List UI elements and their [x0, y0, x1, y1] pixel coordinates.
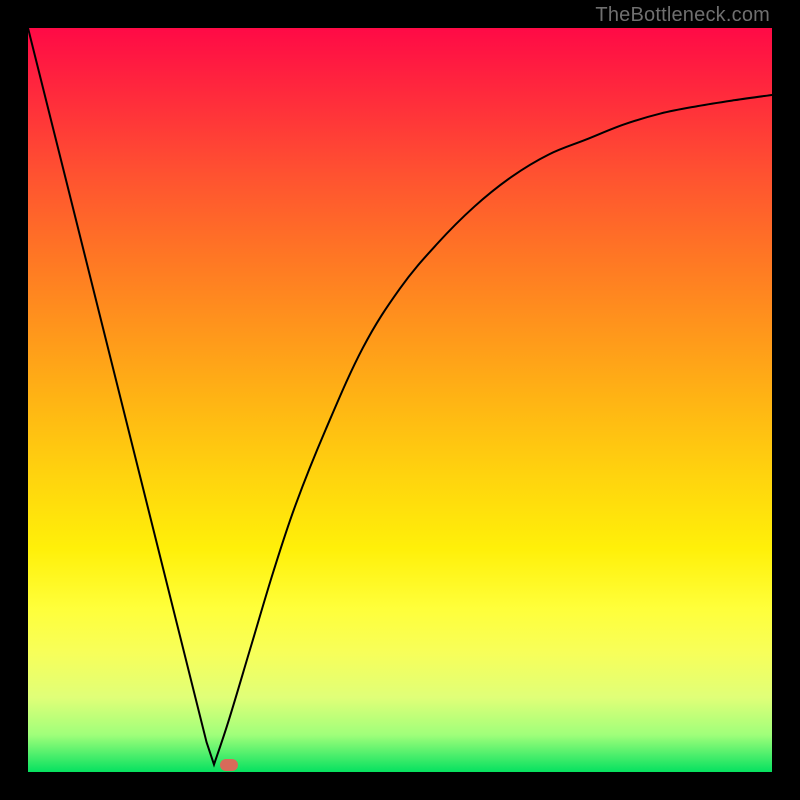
watermark-text: TheBottleneck.com	[595, 4, 770, 27]
minimum-marker	[220, 759, 238, 771]
curve-path	[28, 28, 772, 765]
bottleneck-curve	[28, 28, 772, 772]
chart-frame: TheBottleneck.com	[0, 0, 800, 800]
plot-area	[28, 28, 772, 772]
